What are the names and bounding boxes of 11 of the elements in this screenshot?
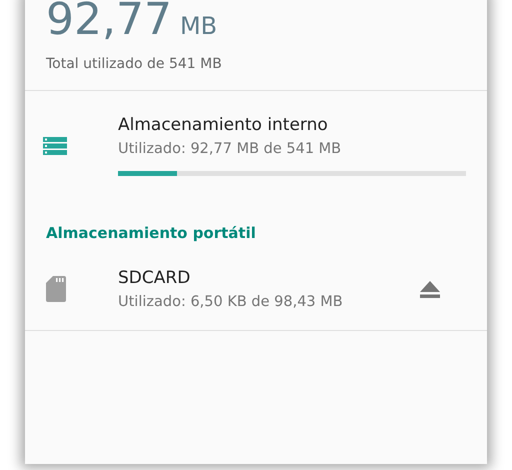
storage-icon xyxy=(43,136,67,154)
eject-icon[interactable] xyxy=(420,280,440,298)
device-detail: Utilizado: 6,50 KB de 98,43 MB xyxy=(118,294,344,310)
storage-title[interactable]: Almacenamiento interno xyxy=(118,115,487,135)
used-amount: 92,77 xyxy=(46,0,172,45)
total-caption: Total utilizado de 541 MB xyxy=(46,56,223,72)
storage-detail: Utilizado: 92,77 MB de 541 MB xyxy=(118,141,342,157)
device-title[interactable]: SDCARD xyxy=(118,268,420,288)
section-header: Almacenamiento portátil xyxy=(45,223,257,242)
sd-card-icon xyxy=(46,276,66,302)
used-unit: MB xyxy=(180,12,218,40)
